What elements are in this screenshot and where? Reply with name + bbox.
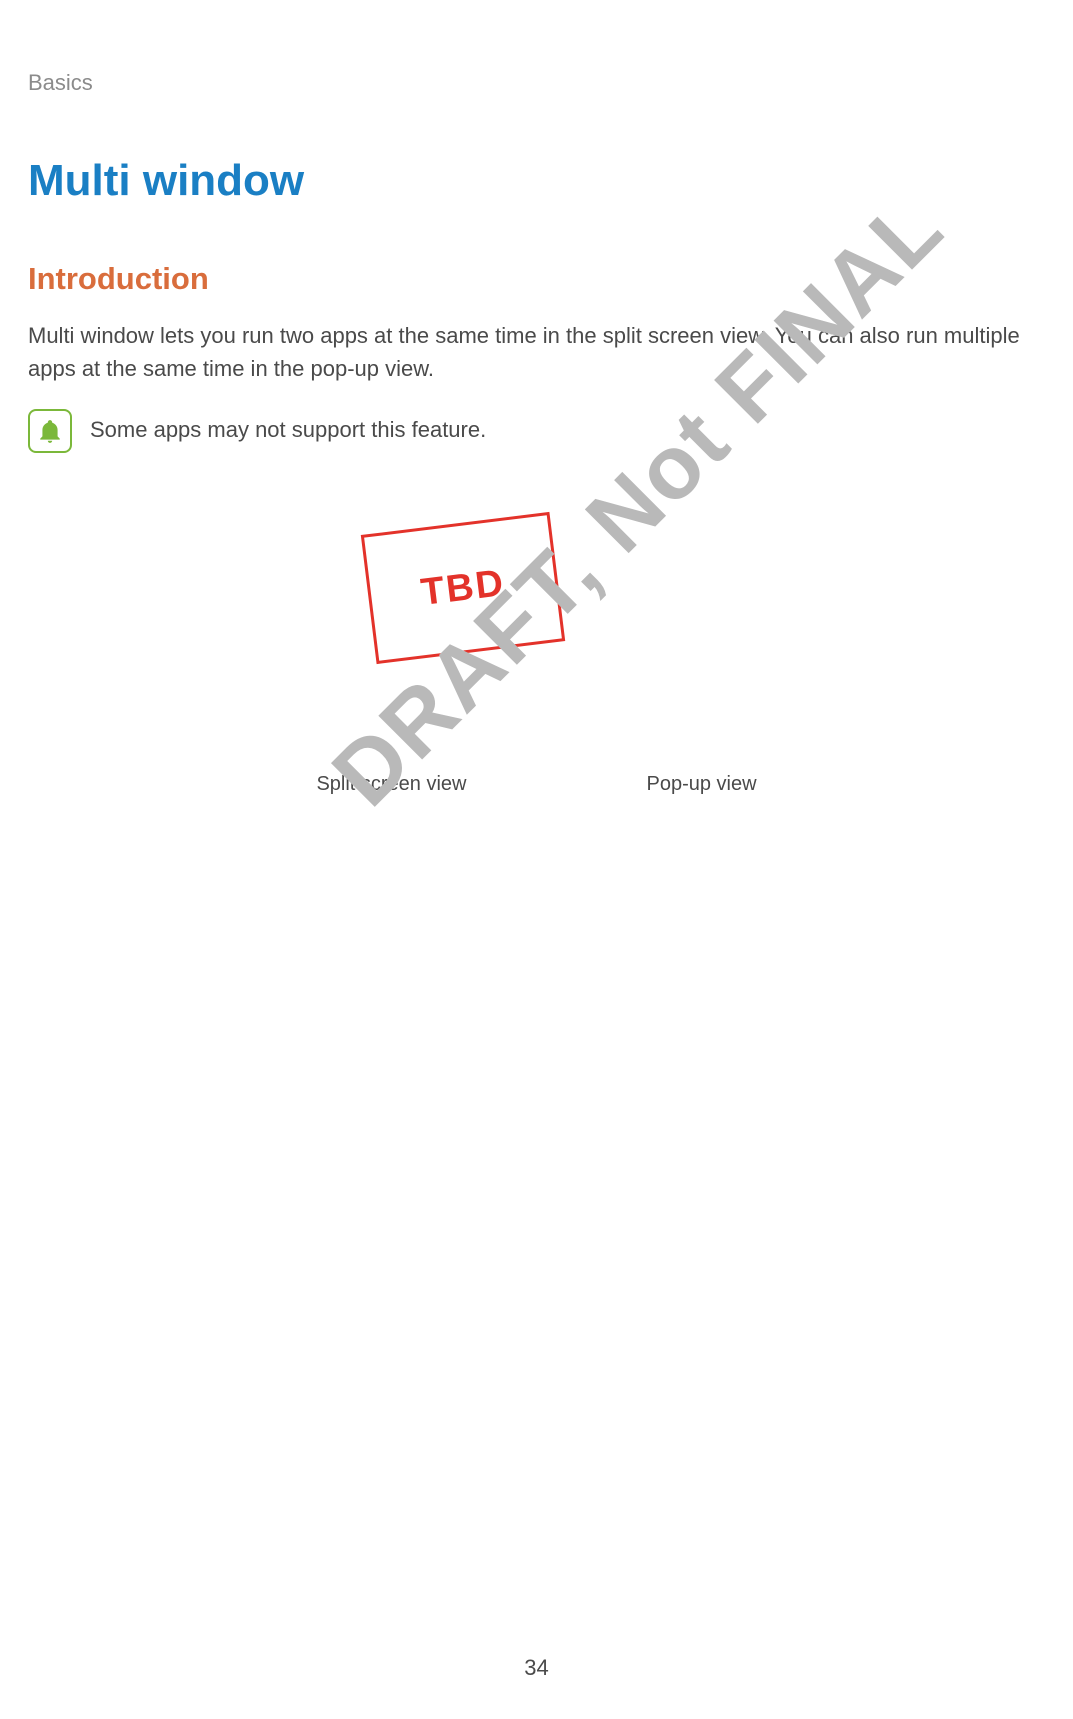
caption-right: Pop-up view [647,773,757,796]
page-title: Multi window [28,156,1045,206]
body-paragraph: Multi window lets you run two apps at th… [28,319,1045,385]
breadcrumb: Basics [28,70,1045,96]
note-block: Some apps may not support this feature. [28,409,1045,453]
tbd-label: TBD [419,562,508,615]
tbd-placeholder: TBD [361,512,565,664]
document-page: Basics Multi window Introduction Multi w… [0,0,1073,1719]
section-subtitle: Introduction [28,261,1045,297]
figure-area: TBD Split screen view Pop-up view [28,513,1045,913]
figure-captions: Split screen view Pop-up view [28,773,1045,796]
note-text: Some apps may not support this feature. [90,409,486,443]
bell-icon [28,409,72,453]
page-number: 34 [0,1655,1073,1681]
caption-left: Split screen view [316,773,466,796]
